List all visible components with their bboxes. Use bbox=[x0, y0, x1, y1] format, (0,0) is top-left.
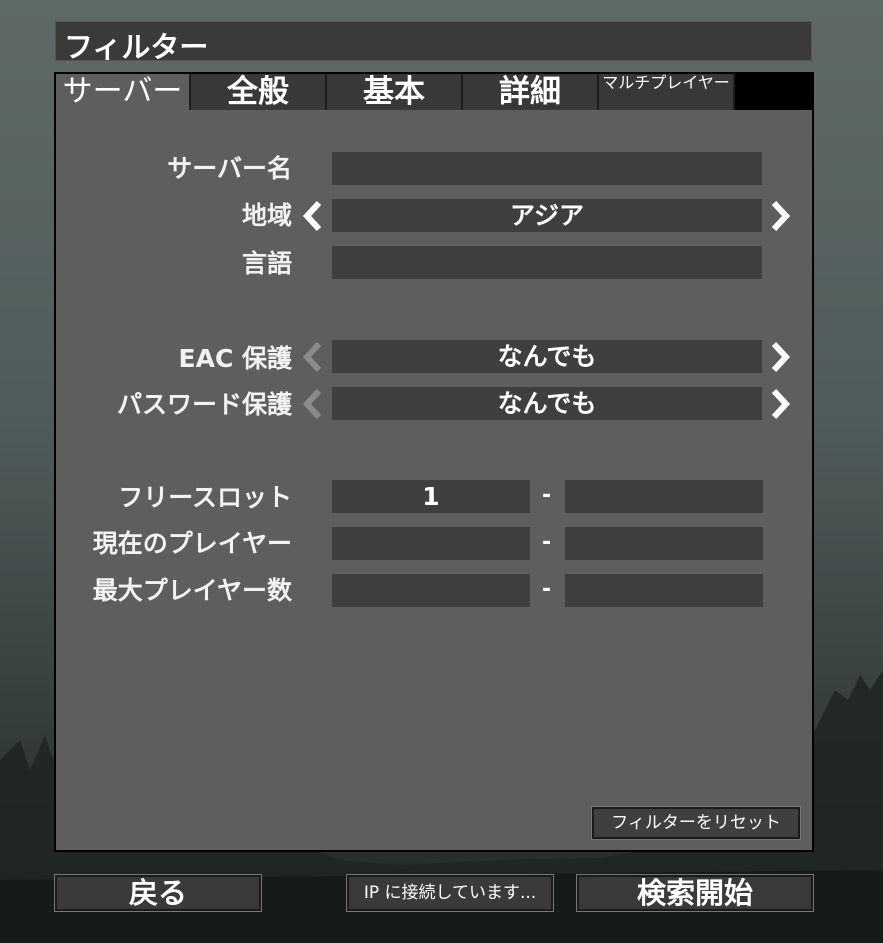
reset-filters-button[interactable]: フィルターをリセット bbox=[591, 806, 801, 840]
max-players-min-input[interactable] bbox=[332, 574, 530, 607]
max-players-separator: - bbox=[542, 577, 552, 602]
password-prev-button[interactable] bbox=[301, 387, 325, 421]
eac-protection-label: EAC 保護 bbox=[178, 344, 292, 373]
tab-general[interactable]: 全般 bbox=[191, 74, 327, 110]
eac-prev-button[interactable] bbox=[301, 340, 325, 374]
password-protection-label: パスワード保護 bbox=[116, 390, 292, 419]
eac-next-button[interactable] bbox=[768, 340, 792, 374]
current-players-separator: - bbox=[542, 530, 552, 555]
language-label: 言語 bbox=[241, 249, 292, 278]
free-slots-max-input[interactable] bbox=[565, 480, 763, 513]
region-label: 地域 bbox=[241, 201, 292, 230]
chevron-right-icon bbox=[771, 341, 791, 373]
chevron-right-icon bbox=[771, 200, 791, 232]
tab-multiplayer[interactable]: マルチプレイヤー bbox=[599, 74, 735, 110]
server-name-label: サーバー名 bbox=[167, 154, 292, 183]
tab-server[interactable]: サーバー bbox=[56, 74, 191, 110]
region-select[interactable]: アジア bbox=[332, 199, 762, 232]
filter-panel: サーバー 全般 基本 詳細 マルチプレイヤー サーバー名 地域 アジア 言語 E… bbox=[54, 72, 814, 852]
tab-advanced[interactable]: 詳細 bbox=[463, 74, 599, 110]
max-players-max-input[interactable] bbox=[565, 574, 763, 607]
chevron-left-icon bbox=[302, 200, 322, 232]
language-input[interactable] bbox=[332, 246, 762, 279]
tab-bar: サーバー 全般 基本 詳細 マルチプレイヤー bbox=[56, 74, 812, 110]
back-button[interactable]: 戻る bbox=[54, 874, 262, 912]
start-search-button[interactable]: 検索開始 bbox=[576, 874, 814, 912]
current-players-label: 現在のプレイヤー bbox=[92, 529, 292, 558]
free-slots-min-input[interactable]: 1 bbox=[332, 480, 530, 513]
chevron-left-icon bbox=[302, 341, 322, 373]
free-slots-label: フリースロット bbox=[118, 483, 292, 512]
password-next-button[interactable] bbox=[768, 387, 792, 421]
connect-to-ip-button[interactable]: IP に接続しています... bbox=[346, 874, 554, 912]
region-prev-button[interactable] bbox=[301, 199, 325, 233]
current-players-min-input[interactable] bbox=[332, 527, 530, 560]
region-next-button[interactable] bbox=[768, 199, 792, 233]
tab-basic[interactable]: 基本 bbox=[327, 74, 463, 110]
max-players-label: 最大プレイヤー数 bbox=[92, 576, 292, 605]
server-name-input[interactable] bbox=[332, 152, 762, 185]
password-protection-select[interactable]: なんでも bbox=[332, 387, 762, 420]
free-slots-separator: - bbox=[542, 483, 552, 508]
window-title: フィルター bbox=[64, 30, 209, 64]
chevron-left-icon bbox=[302, 388, 322, 420]
eac-protection-select[interactable]: なんでも bbox=[332, 340, 762, 373]
current-players-max-input[interactable] bbox=[565, 527, 763, 560]
window-title-bar: フィルター bbox=[55, 21, 812, 64]
chevron-right-icon bbox=[771, 388, 791, 420]
